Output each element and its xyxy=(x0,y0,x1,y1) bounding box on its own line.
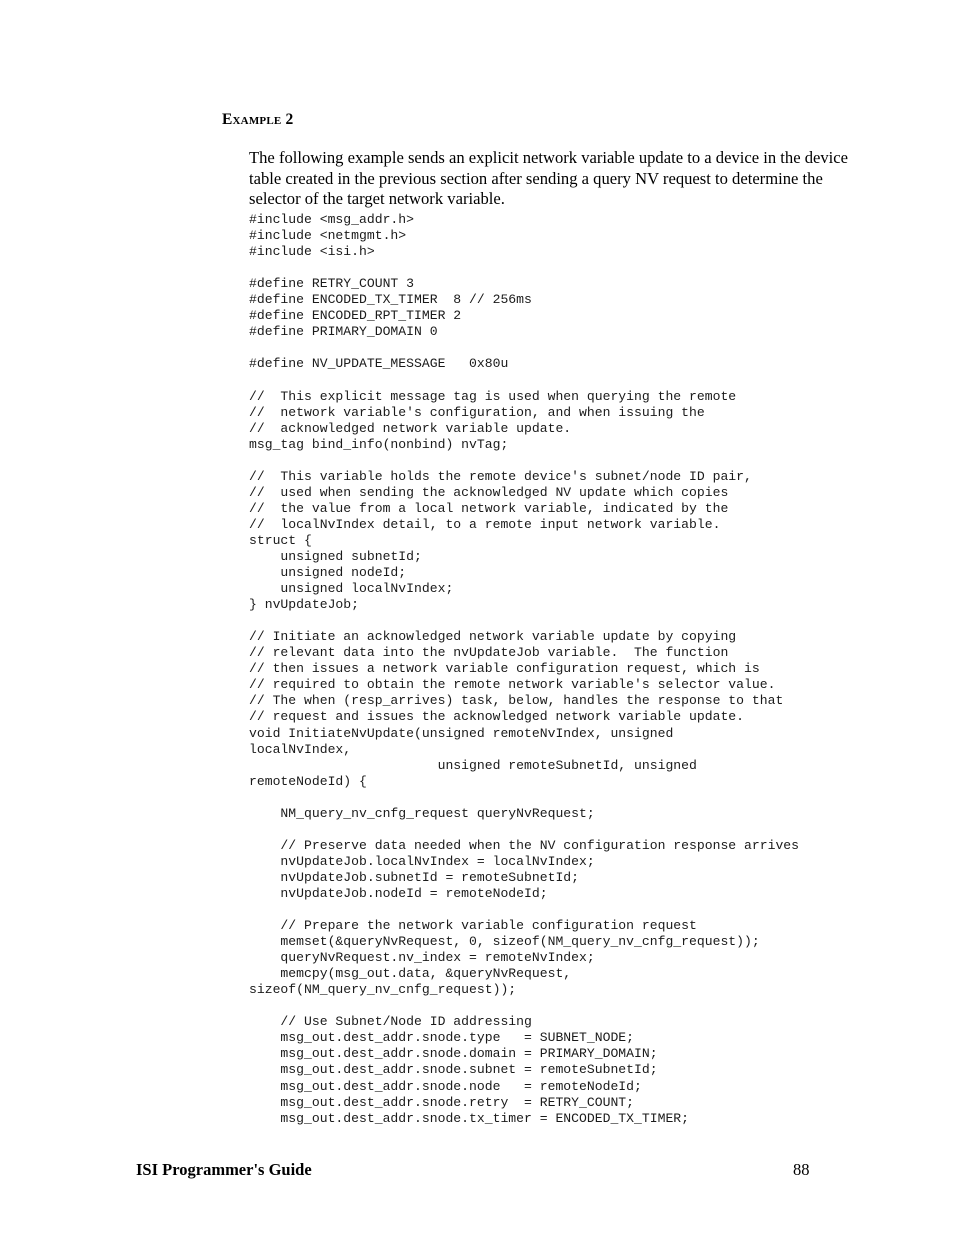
code-line: } nvUpdateJob; xyxy=(249,597,360,613)
code-line: #define PRIMARY_DOMAIN 0 xyxy=(249,324,438,340)
code-line: #define NV_UPDATE_MESSAGE 0x80u xyxy=(249,356,509,372)
code-line: remoteNodeId) { xyxy=(249,773,367,789)
code-line: // the value from a local network variab… xyxy=(249,500,729,516)
intro-paragraph: The following example sends an explicit … xyxy=(249,148,849,209)
code-line: sizeof(NM_query_nv_cnfg_request)); xyxy=(249,982,517,998)
code-line: queryNvRequest.nv_index = remoteNvIndex; xyxy=(249,950,595,966)
code-line: // Prepare the network variable configur… xyxy=(249,918,697,934)
code-line: msg_out.dest_addr.snode.node = remoteNod… xyxy=(249,1078,642,1094)
code-line: #include <netmgmt.h> xyxy=(249,228,407,244)
code-line: // The when (resp_arrives) task, below, … xyxy=(249,693,784,709)
code-line: NM_query_nv_cnfg_request queryNvRequest; xyxy=(249,805,595,821)
code-listing: #include <msg_addr.h> #include <netmgmt.h… xyxy=(249,212,889,1127)
section-heading: Example 2 xyxy=(222,111,294,128)
code-line: localNvIndex, xyxy=(249,741,352,757)
footer-document-title: ISI Programmer's Guide xyxy=(136,1160,312,1179)
code-line: nvUpdateJob.localNvIndex = localNvIndex; xyxy=(249,853,595,869)
code-line: unsigned localNvIndex; xyxy=(249,581,454,597)
code-line: // Preserve data needed when the NV conf… xyxy=(249,837,800,853)
code-line: // relevant data into the nvUpdateJob va… xyxy=(249,645,729,661)
code-line: #define ENCODED_RPT_TIMER 2 xyxy=(249,308,462,324)
code-line: // required to obtain the remote network… xyxy=(249,677,776,693)
code-line: msg_out.dest_addr.snode.type = SUBNET_NO… xyxy=(249,1030,635,1046)
code-line: msg_out.dest_addr.snode.retry = RETRY_CO… xyxy=(249,1094,635,1110)
code-line: // This explicit message tag is used whe… xyxy=(249,388,737,404)
code-line: #include <isi.h> xyxy=(249,244,375,260)
code-line: // Initiate an acknowledged network vari… xyxy=(249,629,737,645)
code-line: unsigned nodeId; xyxy=(249,565,407,581)
code-line: // network variable's configuration, and… xyxy=(249,404,705,420)
code-line: msg_out.dest_addr.snode.tx_timer = ENCOD… xyxy=(249,1110,690,1126)
code-line: // localNvIndex detail, to a remote inpu… xyxy=(249,516,721,532)
code-line: nvUpdateJob.nodeId = remoteNodeId; xyxy=(249,885,548,901)
code-line: #define ENCODED_TX_TIMER 8 // 256ms xyxy=(249,292,532,308)
code-line: unsigned subnetId; xyxy=(249,548,422,564)
code-line: struct { xyxy=(249,532,312,548)
document-page: Example 2 The following example sends an… xyxy=(0,0,954,1235)
code-line: // then issues a network variable config… xyxy=(249,661,760,677)
code-line: unsigned remoteSubnetId, unsigned xyxy=(249,757,697,773)
code-line: msg_out.dest_addr.snode.subnet = remoteS… xyxy=(249,1062,658,1078)
code-line: // acknowledged network variable update. xyxy=(249,420,572,436)
code-line: #define RETRY_COUNT 3 xyxy=(249,276,415,292)
code-line: msg_out.dest_addr.snode.domain = PRIMARY… xyxy=(249,1046,658,1062)
code-line: void InitiateNvUpdate(unsigned remoteNvI… xyxy=(249,725,674,741)
code-line: nvUpdateJob.subnetId = remoteSubnetId; xyxy=(249,869,580,885)
footer-page-number: 88 xyxy=(793,1160,810,1179)
code-line: // request and issues the acknowledged n… xyxy=(249,709,745,725)
code-line: #include <msg_addr.h> xyxy=(249,212,415,227)
code-line: // used when sending the acknowledged NV… xyxy=(249,484,729,500)
code-line: // This variable holds the remote device… xyxy=(249,468,752,484)
code-line: memcpy(msg_out.data, &queryNvRequest, xyxy=(249,966,572,982)
code-line: // Use Subnet/Node ID addressing xyxy=(249,1014,532,1030)
code-line: msg_tag bind_info(nonbind) nvTag; xyxy=(249,436,509,452)
code-line: memset(&queryNvRequest, 0, sizeof(NM_que… xyxy=(249,934,760,950)
